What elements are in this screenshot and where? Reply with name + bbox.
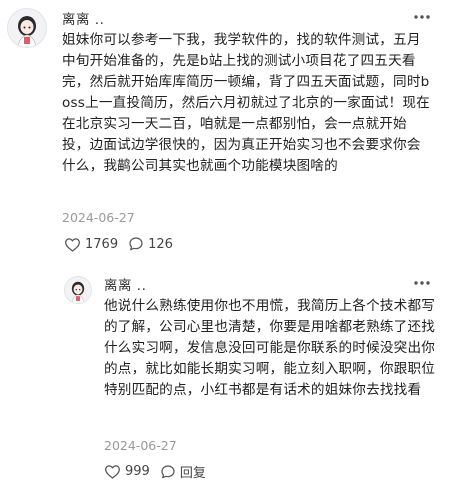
more-options-button[interactable]	[412, 273, 432, 293]
reply-date: 2024-06-27	[104, 438, 177, 453]
comment-actions: 1769 126	[64, 236, 183, 252]
reply-count-button[interactable]: 126	[128, 236, 173, 252]
reply-count: 126	[148, 236, 173, 252]
comment-bubble-icon	[129, 237, 143, 251]
avatar[interactable]	[7, 8, 47, 48]
comment-username[interactable]: 离离 ..	[62, 8, 104, 28]
like-count: 1769	[85, 236, 119, 252]
reply-item: 离离 .. 他说什么熟练使用你也不用慌，我简历上各个技术都写的了解，公司心里也清…	[0, 258, 459, 491]
cartoon-avatar-icon	[65, 277, 91, 303]
more-dots-icon	[414, 15, 430, 19]
more-dots-icon	[414, 281, 430, 285]
heart-icon	[65, 237, 80, 252]
like-button[interactable]: 999	[104, 464, 150, 479]
reply-button[interactable]: 回复	[160, 462, 206, 481]
comment-text: 姐妹你可以参考一下我，我学软件的，找的软件测试，五月中旬开始准备的，先是b站上找…	[62, 32, 430, 174]
heart-icon	[105, 465, 120, 479]
like-button[interactable]: 1769	[64, 237, 118, 252]
cartoon-avatar-icon	[8, 9, 46, 47]
comment-item: 离离 .. 姐妹你可以参考一下我，我学软件的，找的软件测试，五月中旬开始准备的，…	[0, 0, 459, 258]
reply-text: 他说什么熟练使用你也不用慌，我简历上各个技术都写的了解，公司心里也清楚，你要是用…	[104, 298, 436, 398]
comment-bubble-icon	[161, 464, 175, 478]
reply-actions: 999 回复	[104, 462, 216, 481]
avatar[interactable]	[64, 276, 92, 304]
reply-username[interactable]: 离离 ..	[104, 274, 146, 294]
like-count: 999	[125, 464, 150, 479]
comment-date: 2024-06-27	[62, 210, 135, 225]
more-options-button[interactable]	[412, 7, 432, 27]
reply-label: 回复	[179, 466, 206, 481]
